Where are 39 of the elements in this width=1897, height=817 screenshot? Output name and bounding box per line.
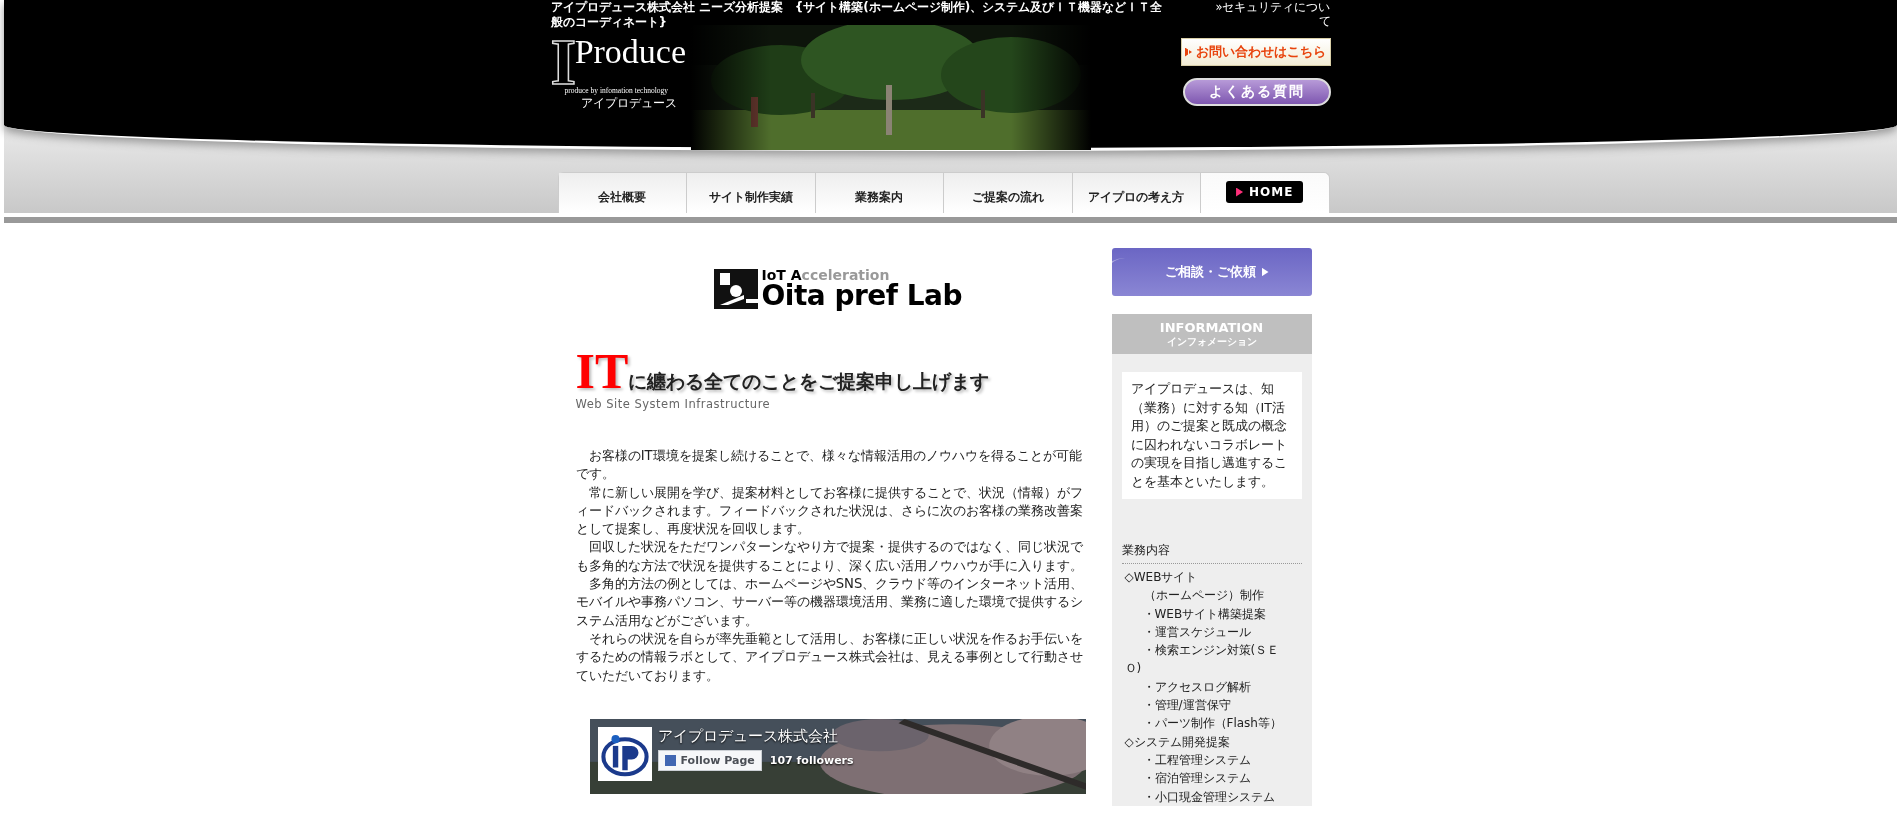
consult-button[interactable]: ご相談・ご依頼 xyxy=(1111,248,1312,296)
body-paragraph: それらの状況を自らが率先垂範として活用し、お客様に正しい状況を作るお手伝いをするための情報ラボとして、アイプロデュース株式会社は、見える事例として行動させていただいております。 xyxy=(575,629,1084,685)
info-subtitle: インフォメーション xyxy=(1166,335,1257,347)
service-category: （ホームページ）制作 xyxy=(1142,587,1265,605)
info-text: アイプロデュースは、知（業務）に対する知（IT活用）のご提案と既成の概念に囚われないコラボレートの実現を目指し邁進することを基本といたします。 xyxy=(1121,372,1302,499)
services-heading: 業務内容 xyxy=(1121,543,1302,564)
service-item: ・管理/運営保守 xyxy=(1141,697,1232,715)
nav-tab[interactable]: サイト制作実績 xyxy=(687,173,816,213)
lab-logo-icon xyxy=(713,269,758,309)
service-category: ◇WEBサイト xyxy=(1124,569,1199,586)
body-paragraph: お客様のIT環境を提案し続けることで、様々な情報活用のノウハウを得ることが可能です。 xyxy=(575,447,1083,484)
contact-button[interactable]: お問い合わせはこちら xyxy=(1180,38,1331,66)
service-item: ・アクセスログ解析 xyxy=(1141,678,1252,696)
faq-button[interactable]: よくある質問 xyxy=(1182,78,1331,106)
nav-tab[interactable]: 会社概要 xyxy=(558,173,687,213)
body-paragraph: 常に新しい展開を学び、提案材料としてお客様に提供することで、状況（情報）がフィードバックされます。フィードバックされた状況は、さらに次のお客様の業務改善案として提案し、再度状況を回収します。 xyxy=(575,483,1084,539)
service-item: ・検索エンジン対策(ＳＥＯ) xyxy=(1124,642,1281,678)
facebook-page-name[interactable]: アイプロデュース株式会社 xyxy=(657,726,854,746)
nav-tab[interactable]: ご提案の流れ xyxy=(944,173,1073,213)
followers-count: 107 followers xyxy=(769,753,854,767)
service-item: ・宿泊管理システム xyxy=(1141,770,1252,788)
service-item: ・工程管理システム xyxy=(1141,751,1252,769)
security-link[interactable]: »セキュリティについて xyxy=(1170,0,1331,32)
service-item: ・小口現金管理システム xyxy=(1141,788,1276,806)
service-item: ・運営スケジュール xyxy=(1141,623,1252,641)
body-paragraph: 多角的方法の例としては、ホームページやSNS、クラウド等のインターネット活用、モバイルや事務パソコン、サーバー等の機器環境活用、業務に適した環境で提供するシステム活用などがございます。 xyxy=(575,575,1085,630)
nav-tab[interactable]: 業務案内 xyxy=(815,173,944,213)
home-button[interactable]: HOME xyxy=(1226,181,1304,203)
info-title: INFORMATION xyxy=(1159,321,1264,336)
service-category: ◇システム開発提案 xyxy=(1124,733,1231,751)
header-tagline: アイプロデュース株式会社 ニーズ分析提案 {サイト構築(ホームページ制作)、システム及びＩＴ機器などＩＴ全般のコーディネート} xyxy=(550,0,1164,31)
company-logo-icon xyxy=(597,726,652,781)
lab-logo: IoT Acceleration Oita pref Lab xyxy=(713,268,962,310)
heading-subtitle: Web Site System Infrastructure xyxy=(575,397,772,411)
service-item: ・WEBサイト構築提案 xyxy=(1141,605,1268,623)
service-item: ・パーツ制作（Flash等） xyxy=(1141,715,1283,733)
main-heading: ITに纏わる全てのことをご提案申し上げます xyxy=(575,346,991,396)
body-paragraph: 回収した状況をただワンパターンなやり方で提案・提供するのではなく、同じ状況でも多角的な方法で状況を提供することにより、深く広い活用ノウハウが手に入ります。 xyxy=(575,538,1084,575)
nav-tab[interactable]: アイプロの考え方 xyxy=(1072,173,1201,213)
